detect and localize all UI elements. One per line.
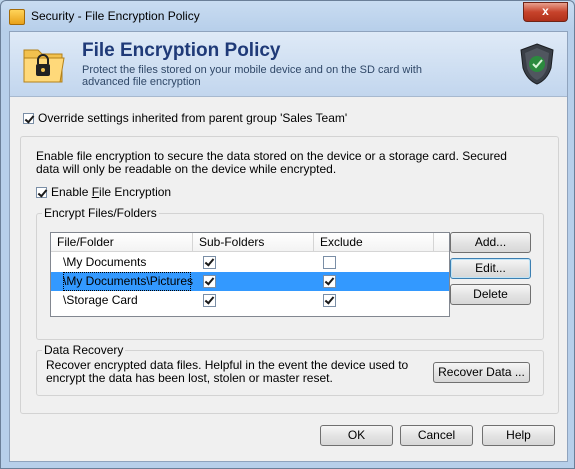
- title-bar[interactable]: Security - File Encryption Policy x: [1, 1, 574, 31]
- help-button[interactable]: Help: [482, 425, 555, 446]
- shield-icon: [520, 43, 554, 85]
- recover-data-button[interactable]: Recover Data ...: [433, 362, 530, 383]
- dialog-client-area: File Encryption Policy Protect the files…: [9, 31, 568, 462]
- encrypt-files-group-title: Encrypt Files/Folders: [42, 206, 159, 220]
- delete-button[interactable]: Delete: [450, 284, 531, 305]
- table-row[interactable]: \Storage Card: [51, 291, 449, 310]
- enable-label-pre: Enable: [51, 185, 92, 199]
- column-header-sub-folders[interactable]: Sub-Folders: [193, 233, 314, 251]
- close-button[interactable]: x: [523, 2, 568, 22]
- data-recovery-group-title: Data Recovery: [42, 343, 126, 357]
- enable-encryption-checkbox[interactable]: [36, 187, 47, 198]
- add-button[interactable]: Add...: [450, 232, 531, 253]
- override-checkbox[interactable]: [23, 113, 34, 124]
- encryption-description: Enable file encryption to secure the dat…: [36, 149, 507, 176]
- ok-button[interactable]: OK: [320, 425, 393, 446]
- enable-label-accelerator: F: [91, 185, 100, 199]
- enable-label-post: ile Encryption: [99, 185, 172, 199]
- data-recovery-description: Recover encrypted data files. Helpful in…: [46, 358, 409, 385]
- window-title: Security - File Encryption Policy: [31, 9, 200, 23]
- exclude-checkbox[interactable]: [323, 294, 336, 307]
- enable-encryption-label: Enable File Encryption: [51, 185, 171, 199]
- encrypted-folders-list[interactable]: File/Folder Sub-Folders Exclude \My Docu…: [50, 232, 450, 317]
- column-header-file-folder[interactable]: File/Folder: [51, 233, 193, 251]
- list-header: File/Folder Sub-Folders Exclude: [51, 233, 449, 252]
- dialog-window: Security - File Encryption Policy x File…: [0, 0, 575, 469]
- exclude-checkbox[interactable]: [323, 275, 336, 288]
- banner-title: File Encryption Policy: [82, 40, 281, 61]
- folder-path-cell: \My Documents\Pictures: [63, 272, 193, 291]
- cancel-button[interactable]: Cancel: [400, 425, 473, 446]
- locked-folder-icon: [23, 49, 65, 83]
- override-label: Override settings inherited from parent …: [38, 111, 348, 125]
- folder-path-cell: \My Documents: [63, 255, 147, 269]
- edit-button[interactable]: Edit...: [450, 258, 531, 279]
- table-row[interactable]: \My Documents: [51, 253, 449, 272]
- sub-folders-checkbox[interactable]: [203, 275, 216, 288]
- header-banner: File Encryption Policy Protect the files…: [10, 32, 567, 97]
- column-header-exclude[interactable]: Exclude: [314, 233, 434, 251]
- banner-subtitle: Protect the files stored on your mobile …: [82, 64, 422, 88]
- table-row[interactable]: \My Documents\Pictures: [51, 272, 449, 291]
- sub-folders-checkbox[interactable]: [203, 256, 216, 269]
- exclude-checkbox[interactable]: [323, 256, 336, 269]
- security-app-icon: [9, 9, 25, 25]
- folder-path-cell: \Storage Card: [63, 293, 138, 307]
- sub-folders-checkbox[interactable]: [203, 294, 216, 307]
